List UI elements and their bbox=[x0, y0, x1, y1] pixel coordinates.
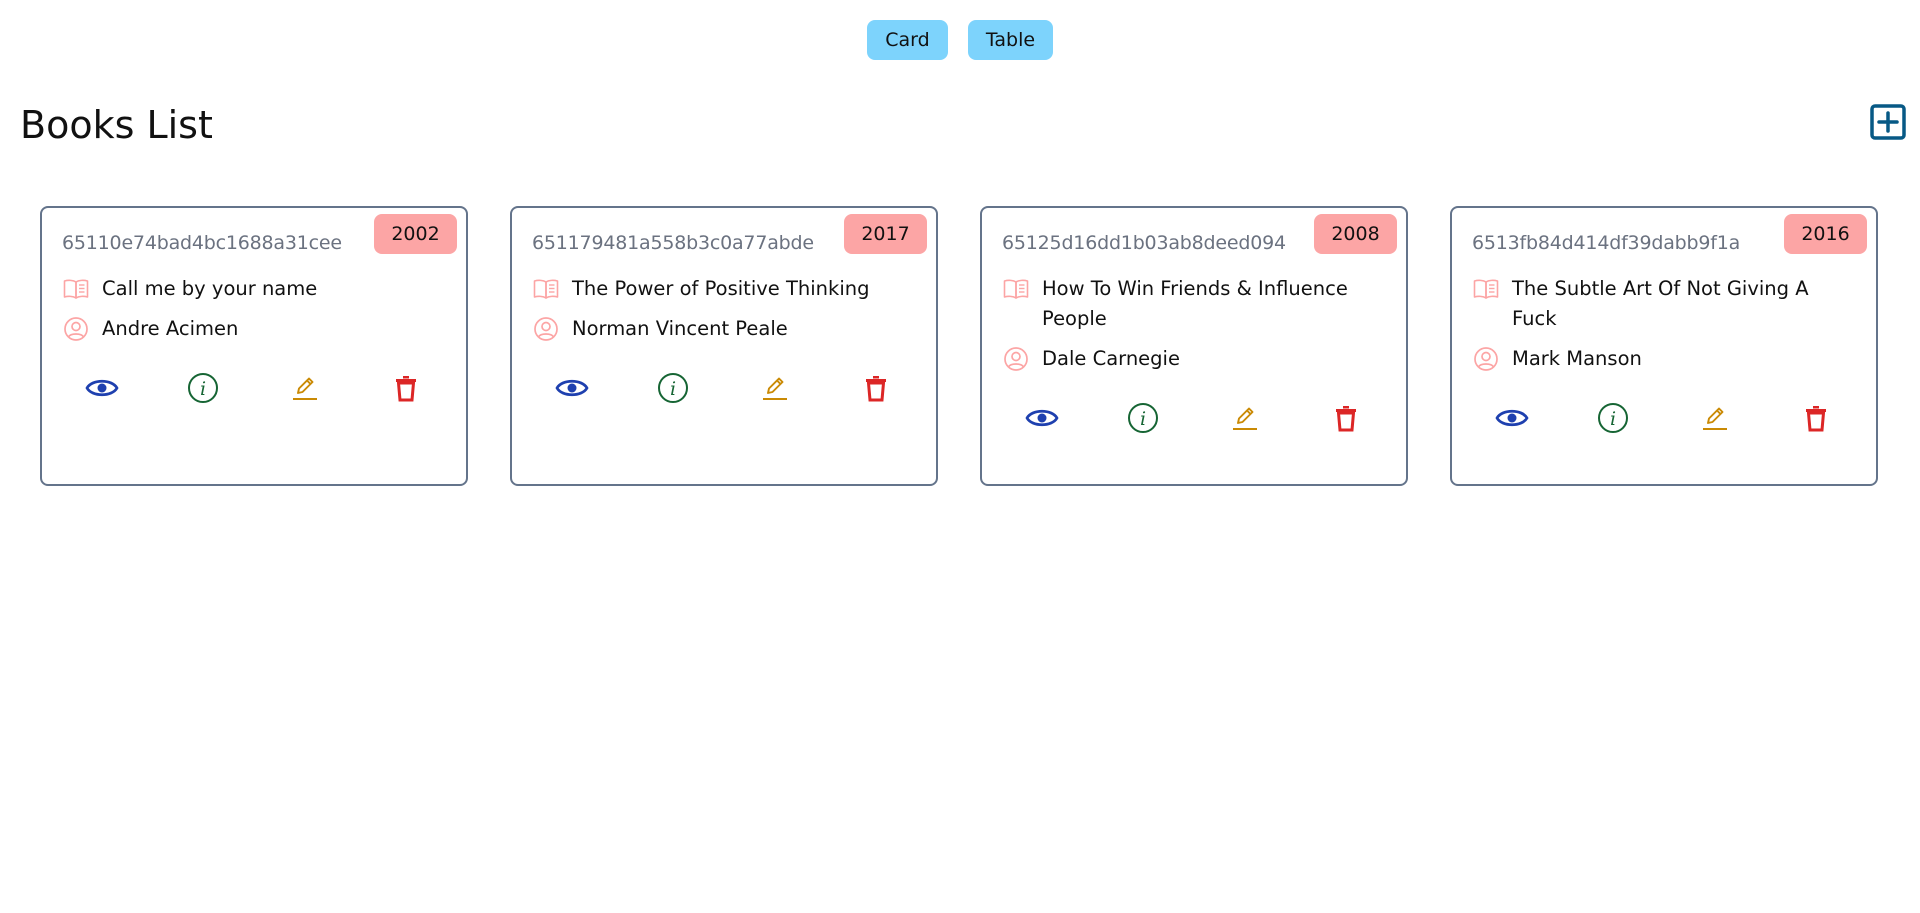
author-row: Dale Carnegie bbox=[1002, 344, 1386, 374]
book-author: Andre Acimen bbox=[102, 317, 239, 340]
eye-icon bbox=[1495, 409, 1529, 427]
card-actions: i bbox=[1002, 400, 1386, 436]
view-button[interactable] bbox=[1494, 400, 1530, 436]
edit-button[interactable] bbox=[1697, 400, 1733, 436]
book-title: Call me by your name bbox=[102, 277, 318, 300]
trash-icon bbox=[1805, 406, 1826, 432]
delete-button[interactable] bbox=[1798, 400, 1834, 436]
info-button[interactable]: i bbox=[1125, 400, 1161, 436]
svg-text:i: i bbox=[200, 378, 206, 400]
card-actions: i bbox=[532, 370, 916, 406]
year-badge: 2002 bbox=[374, 214, 457, 254]
info-button[interactable]: i bbox=[655, 370, 691, 406]
book-info: How To Win Friends & Influence People Da… bbox=[1002, 274, 1386, 374]
book-id: 651179481a558b3c0a77abde bbox=[532, 232, 814, 254]
edit-button[interactable] bbox=[757, 370, 793, 406]
book-author: Dale Carnegie bbox=[1042, 347, 1180, 370]
pencil-icon bbox=[762, 377, 787, 400]
eye-icon bbox=[85, 379, 119, 397]
book-card: 2017 651179481a558b3c0a77abde The Power … bbox=[510, 206, 938, 486]
plus-square-icon bbox=[1870, 104, 1906, 140]
year-badge: 2016 bbox=[1784, 214, 1867, 254]
book-id: 65125d16dd1b03ab8deed094 bbox=[1002, 232, 1286, 254]
info-circle-icon: i bbox=[1128, 403, 1159, 433]
eye-icon bbox=[1025, 409, 1059, 427]
info-circle-icon: i bbox=[658, 373, 689, 403]
pencil-icon bbox=[1702, 407, 1727, 430]
edit-button[interactable] bbox=[1227, 400, 1263, 436]
book-cards: 2002 65110e74bad4bc1688a31cee Call me by… bbox=[40, 206, 1878, 486]
user-circle-icon bbox=[1002, 344, 1030, 374]
book-title: The Subtle Art Of Not Giving A Fuck bbox=[1512, 277, 1809, 330]
view-button[interactable] bbox=[554, 370, 590, 406]
book-open-icon bbox=[1002, 274, 1030, 304]
pencil-icon bbox=[292, 377, 317, 400]
table-view-button[interactable]: Table bbox=[968, 20, 1053, 60]
user-circle-icon bbox=[532, 314, 560, 344]
delete-button[interactable] bbox=[388, 370, 424, 406]
info-button[interactable]: i bbox=[1595, 400, 1631, 436]
book-card: 2016 6513fb84d414df39dabb9f1a The Subtle… bbox=[1450, 206, 1878, 486]
info-circle-icon: i bbox=[1598, 403, 1629, 433]
trash-icon bbox=[865, 376, 886, 402]
page-title: Books List bbox=[20, 103, 213, 147]
add-book-button[interactable] bbox=[1870, 104, 1906, 140]
title-row: The Power of Positive Thinking bbox=[532, 274, 916, 304]
title-row: How To Win Friends & Influence People bbox=[1002, 274, 1386, 334]
card-view-button[interactable]: Card bbox=[867, 20, 948, 60]
book-info: The Subtle Art Of Not Giving A Fuck Mark… bbox=[1472, 274, 1856, 374]
trash-icon bbox=[395, 376, 416, 402]
book-open-icon bbox=[1472, 274, 1500, 304]
book-open-icon bbox=[62, 274, 90, 304]
trash-icon bbox=[1335, 406, 1356, 432]
card-actions: i bbox=[62, 370, 446, 406]
year-badge: 2017 bbox=[844, 214, 927, 254]
title-row: Call me by your name bbox=[62, 274, 446, 304]
book-title: How To Win Friends & Influence People bbox=[1042, 277, 1348, 330]
book-title: The Power of Positive Thinking bbox=[572, 277, 870, 300]
book-id: 65110e74bad4bc1688a31cee bbox=[62, 232, 342, 254]
edit-button[interactable] bbox=[287, 370, 323, 406]
author-row: Andre Acimen bbox=[62, 314, 446, 344]
info-button[interactable]: i bbox=[185, 370, 221, 406]
book-author: Norman Vincent Peale bbox=[572, 317, 788, 340]
title-row: The Subtle Art Of Not Giving A Fuck bbox=[1472, 274, 1856, 334]
book-card: 2002 65110e74bad4bc1688a31cee Call me by… bbox=[40, 206, 468, 486]
eye-icon bbox=[555, 379, 589, 397]
user-circle-icon bbox=[62, 314, 90, 344]
view-button[interactable] bbox=[84, 370, 120, 406]
delete-button[interactable] bbox=[858, 370, 894, 406]
svg-text:i: i bbox=[670, 378, 676, 400]
author-row: Mark Manson bbox=[1472, 344, 1856, 374]
book-info: Call me by your name Andre Acimen bbox=[62, 274, 446, 344]
pencil-icon bbox=[1232, 407, 1257, 430]
book-author: Mark Manson bbox=[1512, 347, 1642, 370]
user-circle-icon bbox=[1472, 344, 1500, 374]
delete-button[interactable] bbox=[1328, 400, 1364, 436]
view-toggle: Card Table bbox=[0, 20, 1920, 60]
book-info: The Power of Positive Thinking Norman Vi… bbox=[532, 274, 916, 344]
book-id: 6513fb84d414df39dabb9f1a bbox=[1472, 232, 1741, 254]
view-button[interactable] bbox=[1024, 400, 1060, 436]
author-row: Norman Vincent Peale bbox=[532, 314, 916, 344]
info-circle-icon: i bbox=[188, 373, 219, 403]
year-badge: 2008 bbox=[1314, 214, 1397, 254]
book-card: 2008 65125d16dd1b03ab8deed094 How To Win… bbox=[980, 206, 1408, 486]
book-open-icon bbox=[532, 274, 560, 304]
svg-text:i: i bbox=[1610, 408, 1616, 430]
svg-text:i: i bbox=[1140, 408, 1146, 430]
card-actions: i bbox=[1472, 400, 1856, 436]
